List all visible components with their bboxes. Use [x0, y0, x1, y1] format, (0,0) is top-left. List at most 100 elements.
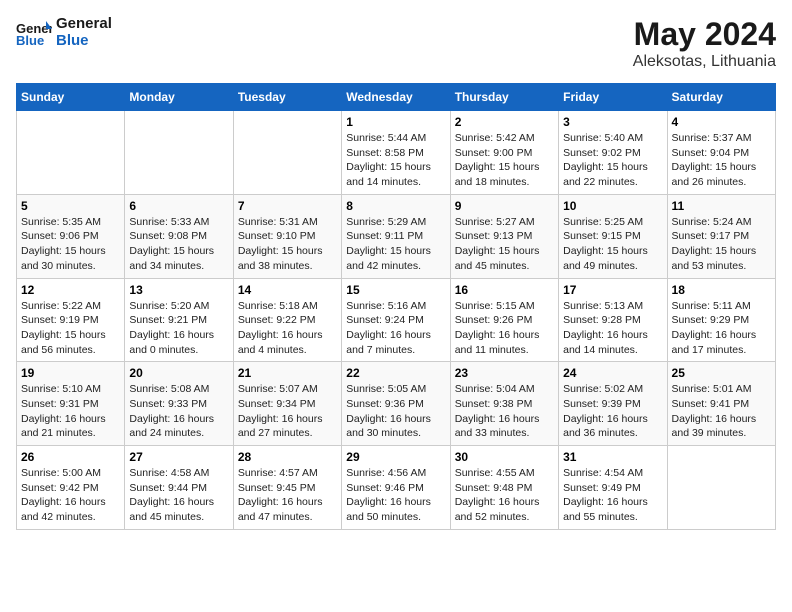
day-number: 1 [346, 115, 445, 129]
day-number: 14 [238, 283, 337, 297]
day-number: 23 [455, 366, 554, 380]
day-number: 8 [346, 199, 445, 213]
calendar-header-row: Sunday Monday Tuesday Wednesday Thursday… [17, 84, 776, 111]
day-info: Sunrise: 5:37 AMSunset: 9:04 PMDaylight:… [672, 131, 771, 190]
day-number: 18 [672, 283, 771, 297]
day-info: Sunrise: 5:08 AMSunset: 9:33 PMDaylight:… [129, 382, 228, 441]
day-number: 11 [672, 199, 771, 213]
table-row: 4 Sunrise: 5:37 AMSunset: 9:04 PMDaylight… [667, 111, 775, 195]
col-wednesday: Wednesday [342, 84, 450, 111]
calendar-week-5: 26Sunrise: 5:00 AMSunset: 9:42 PMDayligh… [17, 446, 776, 530]
calendar-week-3: 12 Sunrise: 5:22 AMSunset: 9:19 PMDayligh… [17, 278, 776, 362]
day-number: 4 [672, 115, 771, 129]
table-row: 10 Sunrise: 5:25 AMSunset: 9:15 PMDayligh… [559, 194, 667, 278]
day-number: 27 [129, 450, 228, 464]
col-sunday: Sunday [17, 84, 125, 111]
table-row: 6 Sunrise: 5:33 AMSunset: 9:08 PMDaylight… [125, 194, 233, 278]
day-number: 28 [238, 450, 337, 464]
day-number: 17 [563, 283, 662, 297]
day-number: 20 [129, 366, 228, 380]
table-row: 13Sunrise: 5:20 AMSunset: 9:21 PMDayligh… [125, 278, 233, 362]
day-number: 13 [129, 283, 228, 297]
day-number: 25 [672, 366, 771, 380]
day-info: Sunrise: 5:44 AMSunset: 8:58 PMDaylight:… [346, 131, 445, 190]
table-row: 15 Sunrise: 5:16 AMSunset: 9:24 PMDayligh… [342, 278, 450, 362]
day-number: 6 [129, 199, 228, 213]
table-row: 1 Sunrise: 5:44 AMSunset: 8:58 PMDaylight… [342, 111, 450, 195]
day-info: Sunrise: 5:22 AMSunset: 9:19 PMDaylight:… [21, 299, 120, 358]
day-number: 2 [455, 115, 554, 129]
table-row: 18 Sunrise: 5:11 AMSunset: 9:29 PMDayligh… [667, 278, 775, 362]
day-number: 15 [346, 283, 445, 297]
day-number: 3 [563, 115, 662, 129]
day-info: Sunrise: 5:13 AMSunset: 9:28 PMDaylight:… [563, 299, 662, 358]
table-row: 26Sunrise: 5:00 AMSunset: 9:42 PMDayligh… [17, 446, 125, 530]
day-info: Sunrise: 5:40 AMSunset: 9:02 PMDaylight:… [563, 131, 662, 190]
logo-icon: General Blue [16, 19, 52, 47]
table-row: 20 Sunrise: 5:08 AMSunset: 9:33 PMDayligh… [125, 362, 233, 446]
day-info: Sunrise: 5:02 AMSunset: 9:39 PMDaylight:… [563, 382, 662, 441]
table-row [233, 111, 341, 195]
day-info: Sunrise: 5:27 AMSunset: 9:13 PMDaylight:… [455, 215, 554, 274]
day-info: Sunrise: 5:04 AMSunset: 9:38 PMDaylight:… [455, 382, 554, 441]
day-number: 9 [455, 199, 554, 213]
day-info: Sunrise: 5:07 AMSunset: 9:34 PMDaylight:… [238, 382, 337, 441]
day-info: Sunrise: 5:05 AMSunset: 9:36 PMDaylight:… [346, 382, 445, 441]
day-info: Sunrise: 5:29 AMSunset: 9:11 PMDaylight:… [346, 215, 445, 274]
calendar-week-4: 19Sunrise: 5:10 AMSunset: 9:31 PMDayligh… [17, 362, 776, 446]
day-number: 12 [21, 283, 120, 297]
logo-general-text: General [56, 16, 112, 33]
day-info: Sunrise: 5:01 AMSunset: 9:41 PMDaylight:… [672, 382, 771, 441]
day-number: 10 [563, 199, 662, 213]
day-info: Sunrise: 5:16 AMSunset: 9:24 PMDaylight:… [346, 299, 445, 358]
table-row: 3 Sunrise: 5:40 AMSunset: 9:02 PMDaylight… [559, 111, 667, 195]
table-row: 11 Sunrise: 5:24 AMSunset: 9:17 PMDayligh… [667, 194, 775, 278]
col-tuesday: Tuesday [233, 84, 341, 111]
table-row: 16 Sunrise: 5:15 AMSunset: 9:26 PMDayligh… [450, 278, 558, 362]
day-info: Sunrise: 4:58 AMSunset: 9:44 PMDaylight:… [129, 466, 228, 525]
day-info: Sunrise: 4:57 AMSunset: 9:45 PMDaylight:… [238, 466, 337, 525]
col-friday: Friday [559, 84, 667, 111]
day-number: 31 [563, 450, 662, 464]
svg-text:Blue: Blue [16, 33, 44, 47]
title-block: May 2024 Aleksotas, Lithuania [633, 16, 776, 71]
day-number: 29 [346, 450, 445, 464]
day-number: 21 [238, 366, 337, 380]
table-row: 28 Sunrise: 4:57 AMSunset: 9:45 PMDayligh… [233, 446, 341, 530]
day-info: Sunrise: 4:56 AMSunset: 9:46 PMDaylight:… [346, 466, 445, 525]
col-monday: Monday [125, 84, 233, 111]
table-row: 27 Sunrise: 4:58 AMSunset: 9:44 PMDayligh… [125, 446, 233, 530]
calendar-table: Sunday Monday Tuesday Wednesday Thursday… [16, 83, 776, 530]
day-info: Sunrise: 5:33 AMSunset: 9:08 PMDaylight:… [129, 215, 228, 274]
day-number: 16 [455, 283, 554, 297]
day-info: Sunrise: 5:11 AMSunset: 9:29 PMDaylight:… [672, 299, 771, 358]
table-row: 25 Sunrise: 5:01 AMSunset: 9:41 PMDayligh… [667, 362, 775, 446]
day-info: Sunrise: 5:00 AMSunset: 9:42 PMDaylight:… [21, 466, 120, 525]
day-number: 24 [563, 366, 662, 380]
table-row: 17 Sunrise: 5:13 AMSunset: 9:28 PMDayligh… [559, 278, 667, 362]
table-row: 9 Sunrise: 5:27 AMSunset: 9:13 PMDaylight… [450, 194, 558, 278]
day-info: Sunrise: 5:25 AMSunset: 9:15 PMDaylight:… [563, 215, 662, 274]
logo: General Blue General Blue [16, 16, 112, 49]
table-row: 5Sunrise: 5:35 AMSunset: 9:06 PMDaylight… [17, 194, 125, 278]
col-saturday: Saturday [667, 84, 775, 111]
day-number: 22 [346, 366, 445, 380]
day-info: Sunrise: 5:15 AMSunset: 9:26 PMDaylight:… [455, 299, 554, 358]
day-info: Sunrise: 4:55 AMSunset: 9:48 PMDaylight:… [455, 466, 554, 525]
table-row: 7 Sunrise: 5:31 AMSunset: 9:10 PMDaylight… [233, 194, 341, 278]
day-info: Sunrise: 5:31 AMSunset: 9:10 PMDaylight:… [238, 215, 337, 274]
day-info: Sunrise: 5:24 AMSunset: 9:17 PMDaylight:… [672, 215, 771, 274]
page-header: General Blue General Blue May 2024 Aleks… [16, 16, 776, 71]
table-row: 2 Sunrise: 5:42 AMSunset: 9:00 PMDaylight… [450, 111, 558, 195]
day-number: 7 [238, 199, 337, 213]
day-number: 30 [455, 450, 554, 464]
location-subtitle: Aleksotas, Lithuania [633, 53, 776, 71]
table-row: 19Sunrise: 5:10 AMSunset: 9:31 PMDayligh… [17, 362, 125, 446]
day-info: Sunrise: 5:42 AMSunset: 9:00 PMDaylight:… [455, 131, 554, 190]
day-info: Sunrise: 5:18 AMSunset: 9:22 PMDaylight:… [238, 299, 337, 358]
calendar-week-2: 5Sunrise: 5:35 AMSunset: 9:06 PMDaylight… [17, 194, 776, 278]
table-row: 23 Sunrise: 5:04 AMSunset: 9:38 PMDayligh… [450, 362, 558, 446]
table-row: 22 Sunrise: 5:05 AMSunset: 9:36 PMDayligh… [342, 362, 450, 446]
day-info: Sunrise: 4:54 AMSunset: 9:49 PMDaylight:… [563, 466, 662, 525]
table-row: 12 Sunrise: 5:22 AMSunset: 9:19 PMDayligh… [17, 278, 125, 362]
